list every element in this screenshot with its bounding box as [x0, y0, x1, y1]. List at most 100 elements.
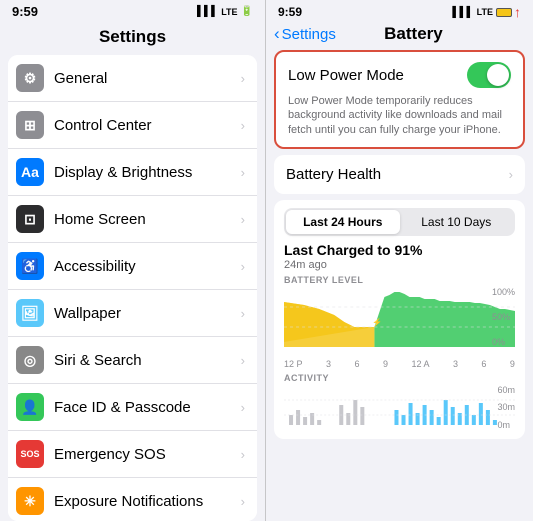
right-signal-icon: ▌▌▌ [452, 7, 473, 18]
general-chevron: › [241, 71, 245, 86]
lte-icon: LTE [221, 7, 237, 17]
toggle-knob [487, 64, 509, 86]
battery-level-chart: ⚡ 100% 50% 0% [284, 287, 515, 357]
battery-health-row[interactable]: Battery Health › [274, 155, 525, 194]
home-screen-icon: ⊡ [16, 205, 44, 233]
x-6b: 6 [481, 359, 486, 369]
wallpaper-icon: 🖼 [16, 299, 44, 327]
back-button[interactable]: ‹ Settings [274, 24, 336, 44]
act-0: 0m [497, 420, 515, 430]
x-12a: 12 A [411, 359, 429, 369]
act-60: 60m [497, 385, 515, 395]
settings-item-exposure[interactable]: ✳ Exposure Notifications› [8, 478, 257, 521]
settings-item-siri-search[interactable]: ◎ Siri & Search› [8, 337, 257, 384]
right-status-bar: 9:59 ▌▌▌ LTE ↑ [266, 0, 533, 22]
right-nav: ‹ Settings Battery [266, 22, 533, 50]
right-panel: 9:59 ▌▌▌ LTE ↑ ‹ Settings Battery Low Po… [266, 0, 533, 521]
accessibility-icon: ♿ [16, 252, 44, 280]
settings-item-face-id[interactable]: 👤 Face ID & Passcode› [8, 384, 257, 431]
battery-low-icon: ↑ [496, 4, 521, 20]
lpm-label: Low Power Mode [288, 67, 404, 84]
lpm-description: Low Power Mode temporarily reduces backg… [288, 94, 511, 137]
x-9b: 9 [510, 359, 515, 369]
general-label: General [54, 70, 241, 87]
settings-item-general[interactable]: ⚙ General› [8, 55, 257, 102]
low-power-mode-card: Low Power Mode Low Power Mode temporaril… [274, 50, 525, 149]
left-status-icons: ▌▌▌ LTE 🔋 [197, 6, 253, 17]
wallpaper-label: Wallpaper [54, 305, 241, 322]
signal-icon: ▌▌▌ [197, 6, 218, 17]
left-time: 9:59 [12, 4, 38, 19]
battery-chart-card: Last 24 Hours Last 10 Days Last Charged … [274, 200, 525, 439]
siri-search-chevron: › [241, 353, 245, 368]
x-12p: 12 P [284, 359, 303, 369]
tab-24h[interactable]: Last 24 Hours [286, 210, 400, 234]
wallpaper-chevron: › [241, 306, 245, 321]
face-id-icon: 👤 [16, 393, 44, 421]
right-panel-title: Battery [336, 24, 491, 44]
emergency-sos-label: Emergency SOS [54, 446, 241, 463]
y-label-100: 100% [492, 287, 515, 297]
right-status-icons: ▌▌▌ LTE ↑ [452, 4, 521, 20]
siri-search-icon: ◎ [16, 346, 44, 374]
x-6a: 6 [354, 359, 359, 369]
x-3a: 3 [326, 359, 331, 369]
battery-warning-arrow: ↑ [514, 4, 521, 20]
siri-search-label: Siri & Search [54, 352, 241, 369]
face-id-label: Face ID & Passcode [54, 399, 241, 416]
right-lte-icon: LTE [477, 7, 493, 17]
face-id-chevron: › [241, 400, 245, 415]
battery-health-label: Battery Health [286, 166, 509, 183]
display-label: Display & Brightness [54, 164, 241, 181]
settings-list: ⚙General›⊞Control Center›AaDisplay & Bri… [8, 55, 257, 521]
left-status-bar: 9:59 ▌▌▌ LTE 🔋 [0, 0, 265, 21]
control-center-icon: ⊞ [16, 111, 44, 139]
charge-time: 24m ago [284, 259, 515, 271]
display-icon: Aa [16, 158, 44, 186]
left-panel-title: Settings [0, 21, 265, 55]
back-chevron-icon: ‹ [274, 24, 280, 44]
accessibility-chevron: › [241, 259, 245, 274]
activity-chart-svg [284, 385, 515, 430]
general-icon: ⚙ [16, 64, 44, 92]
charge-info: Last Charged to 91% 24m ago [284, 242, 515, 271]
x-9a: 9 [383, 359, 388, 369]
lpm-row: Low Power Mode [288, 62, 511, 88]
x-3b: 3 [453, 359, 458, 369]
chart-y-labels: 100% 50% 0% [492, 287, 515, 347]
control-center-label: Control Center [54, 117, 241, 134]
act-30: 30m [497, 402, 515, 412]
low-power-mode-toggle[interactable] [467, 62, 511, 88]
emergency-sos-chevron: › [241, 447, 245, 462]
home-screen-label: Home Screen [54, 211, 241, 228]
chart-x-labels: 12 P 3 6 9 12 A 3 6 9 [284, 359, 515, 369]
tab-10d[interactable]: Last 10 Days [400, 210, 514, 234]
activity-y-labels: 60m 30m 0m [497, 385, 515, 430]
emergency-sos-icon: SOS [16, 440, 44, 468]
svg-text:⚡: ⚡ [372, 317, 382, 328]
exposure-label: Exposure Notifications [54, 493, 241, 510]
settings-item-accessibility[interactable]: ♿ Accessibility› [8, 243, 257, 290]
display-chevron: › [241, 165, 245, 180]
battery-health-chevron: › [509, 167, 513, 182]
settings-item-wallpaper[interactable]: 🖼 Wallpaper› [8, 290, 257, 337]
accessibility-label: Accessibility [54, 258, 241, 275]
y-label-0: 0% [492, 337, 515, 347]
home-screen-chevron: › [241, 212, 245, 227]
settings-item-control-center[interactable]: ⊞ Control Center› [8, 102, 257, 149]
charge-title: Last Charged to 91% [284, 242, 515, 258]
back-label: Settings [282, 26, 336, 43]
battery-health-card: Battery Health › [274, 155, 525, 194]
right-time: 9:59 [278, 5, 302, 19]
activity-chart: 60m 30m 0m [284, 385, 515, 435]
exposure-icon: ✳ [16, 487, 44, 515]
settings-item-display[interactable]: Aa Display & Brightness› [8, 149, 257, 196]
battery-chart-svg: ⚡ [284, 287, 515, 347]
battery-level-label: BATTERY LEVEL [284, 275, 515, 285]
settings-item-home-screen[interactable]: ⊡ Home Screen› [8, 196, 257, 243]
settings-item-emergency-sos[interactable]: SOS Emergency SOS› [8, 431, 257, 478]
control-center-chevron: › [241, 118, 245, 133]
left-panel: 9:59 ▌▌▌ LTE 🔋 Settings ⚙General›⊞Contro… [0, 0, 266, 521]
y-label-50: 50% [492, 312, 515, 322]
exposure-chevron: › [241, 494, 245, 509]
